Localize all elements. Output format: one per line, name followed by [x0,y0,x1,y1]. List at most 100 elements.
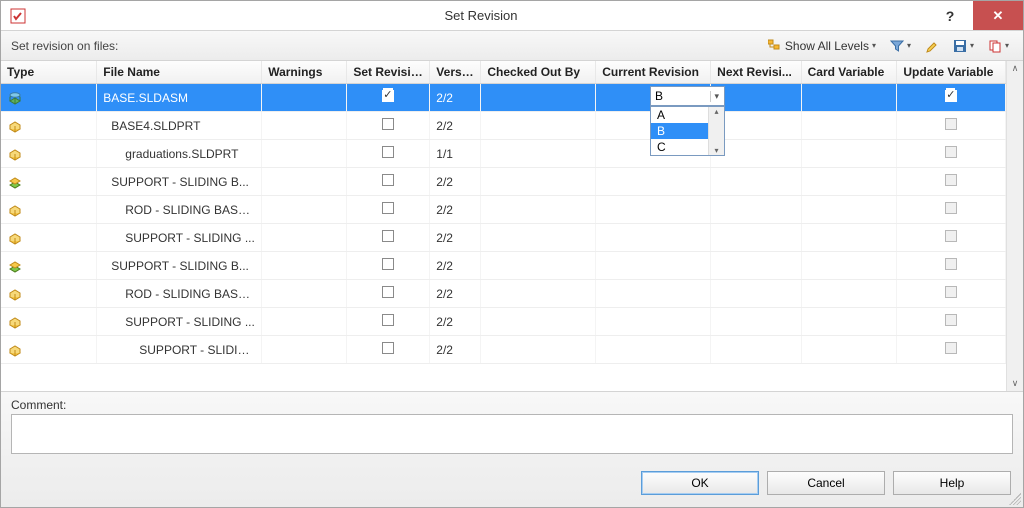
next-revision-cell[interactable] [711,168,801,196]
funnel-icon [890,39,904,53]
dialog-title: Set Revision [35,8,927,23]
set-revision-checkbox[interactable] [382,202,394,214]
next-revision-cell[interactable] [711,308,801,336]
table-row[interactable]: BASE.SLDASM2/2 [1,84,1006,112]
app-icon [9,7,27,25]
ok-button[interactable]: OK [641,471,759,495]
window-buttons: ? ✕ [927,1,1023,30]
next-revision-cell[interactable] [711,280,801,308]
version-cell: 2/2 [430,112,481,140]
warnings-cell [262,280,347,308]
filter-button[interactable]: ▾ [886,37,915,55]
column-header[interactable]: File Name [97,61,262,84]
table-row[interactable]: SUPPORT - SLIDING ...2/2 [1,224,1006,252]
update-variable-checkbox[interactable] [945,174,957,186]
warnings-cell [262,252,347,280]
vertical-scrollbar[interactable] [1006,61,1023,391]
warnings-cell [262,140,347,168]
update-variable-checkbox[interactable] [945,118,957,130]
file-name-cell: SUPPORT - SLIDIN... [97,336,262,364]
help-titlebar-button[interactable]: ? [927,1,973,30]
current-revision-cell [596,252,711,280]
column-header[interactable]: Set Revision [347,61,430,84]
card-variable-cell [801,84,897,112]
version-cell: 1/1 [430,140,481,168]
next-revision-dropdown-list[interactable]: ABC ▴▾ [650,106,725,156]
file-type-icon [7,146,23,162]
file-type-icon [7,174,23,190]
file-type-icon [7,202,23,218]
set-revision-checkbox[interactable] [382,174,394,186]
file-type-icon [7,258,23,274]
checked-out-cell [481,112,596,140]
table-row[interactable]: ROD - SLIDING BASE ...2/2 [1,280,1006,308]
save-button[interactable]: ▾ [949,37,978,55]
column-header[interactable]: Update Variable [897,61,1006,84]
next-revision-cell[interactable] [711,252,801,280]
copy-button[interactable]: ▾ [984,37,1013,55]
update-variable-checkbox[interactable] [945,202,957,214]
comment-section: Comment: [1,392,1023,461]
card-variable-cell [801,168,897,196]
table-row[interactable]: BASE4.SLDPRT 2/2 [1,112,1006,140]
set-revision-checkbox[interactable] [382,90,394,102]
set-revision-dialog: Set Revision ? ✕ Set revision on files: … [0,0,1024,508]
update-variable-checkbox[interactable] [945,258,957,270]
next-revision-cell[interactable] [711,224,801,252]
table-row[interactable]: SUPPORT - SLIDING B... 2/2 [1,168,1006,196]
table-row[interactable]: graduations.SLDPRT 1/1 [1,140,1006,168]
version-cell: 2/2 [430,168,481,196]
table-row[interactable]: SUPPORT - SLIDIN... 2/2 [1,336,1006,364]
update-variable-checkbox[interactable] [945,286,957,298]
column-header[interactable]: Current Revision [596,61,711,84]
file-name-cell: SUPPORT - SLIDING B... [97,168,262,196]
update-variable-checkbox[interactable] [945,342,957,354]
table-row[interactable]: SUPPORT - SLIDING ...2/2 [1,308,1006,336]
column-header[interactable]: Versi... [430,61,481,84]
column-header[interactable]: Card Variable [801,61,897,84]
set-revision-checkbox[interactable] [382,258,394,270]
column-header[interactable]: Checked Out By [481,61,596,84]
set-revision-checkbox[interactable] [382,342,394,354]
resize-grip[interactable] [1009,493,1021,505]
warnings-cell [262,308,347,336]
file-name-cell: BASE4.SLDPRT [97,112,262,140]
cancel-button[interactable]: Cancel [767,471,885,495]
warnings-cell [262,112,347,140]
help-button[interactable]: Help [893,471,1011,495]
next-revision-cell[interactable] [711,196,801,224]
update-variable-checkbox[interactable] [945,314,957,326]
column-header[interactable]: Next Revisi... [711,61,801,84]
column-header[interactable]: Type [1,61,97,84]
version-cell: 2/2 [430,336,481,364]
set-revision-checkbox[interactable] [382,286,394,298]
update-variable-checkbox[interactable] [945,90,957,102]
set-revision-checkbox[interactable] [382,146,394,158]
set-revision-checkbox[interactable] [382,230,394,242]
toolbar: Set revision on files: Show All Levels ▾… [1,31,1023,61]
table-row[interactable]: SUPPORT - SLIDING B...2/2 [1,252,1006,280]
dropdown-scrollbar[interactable]: ▴▾ [708,107,724,155]
next-revision-combo[interactable]: B ▾ [650,86,725,106]
table-row[interactable]: ROD - SLIDING BASE ...2/2 [1,196,1006,224]
card-variable-cell [801,112,897,140]
highlight-button[interactable] [921,37,943,55]
file-grid[interactable]: TypeFile NameWarningsSet RevisionVersi..… [1,61,1006,391]
file-name-cell: graduations.SLDPRT [97,140,262,168]
current-revision-cell [596,308,711,336]
update-variable-checkbox[interactable] [945,146,957,158]
comment-input[interactable] [11,414,1013,454]
set-revision-checkbox[interactable] [382,314,394,326]
card-variable-cell [801,308,897,336]
chevron-down-icon: ▾ [970,41,974,50]
update-variable-checkbox[interactable] [945,230,957,242]
show-all-levels-button[interactable]: Show All Levels ▾ [764,37,880,55]
checked-out-cell [481,252,596,280]
next-revision-cell[interactable] [711,336,801,364]
set-revision-checkbox[interactable] [382,118,394,130]
column-header[interactable]: Warnings [262,61,347,84]
dialog-buttons: OK Cancel Help [1,461,1023,507]
close-button[interactable]: ✕ [973,1,1023,30]
file-name-cell: SUPPORT - SLIDING ... [97,308,262,336]
toolbar-label: Set revision on files: [11,39,764,53]
